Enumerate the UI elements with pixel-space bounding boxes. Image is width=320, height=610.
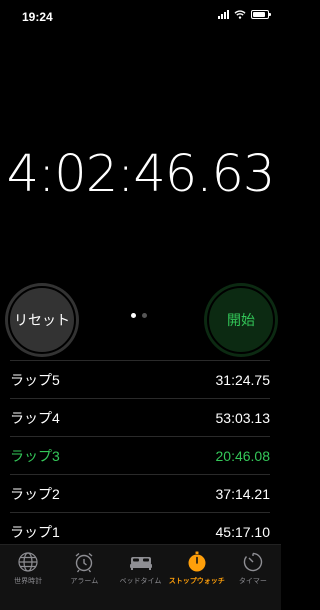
lap-label: ラップ3 [10, 447, 60, 464]
tab-world-clock[interactable]: 世界時計 [0, 545, 56, 610]
tab-stopwatch[interactable]: ストップウォッチ [169, 545, 225, 610]
lap-label: ラップ1 [10, 523, 60, 540]
lap-time: 20:46.08 [215, 447, 271, 464]
reset-button[interactable]: リセット [5, 283, 79, 357]
cellular-signal-icon [218, 10, 229, 19]
lap-row: ラップ4 53:03.13 [10, 399, 270, 437]
lap-time: 53:03.13 [215, 409, 271, 426]
stopwatch-time: 4:02:46.63 [6, 145, 276, 204]
battery-fill [253, 12, 265, 17]
lap-label: ラップ5 [10, 371, 60, 388]
reset-button-label: リセット [14, 312, 70, 328]
status-time: 19:24 [22, 10, 53, 24]
page-indicator[interactable] [131, 313, 147, 318]
globe-icon [18, 552, 38, 572]
lap-time: 37:14.21 [215, 485, 271, 502]
tab-bedtime[interactable]: ベッドタイム [112, 545, 168, 610]
page-dot-inactive [142, 313, 147, 318]
lap-time: 45:17.10 [215, 523, 271, 540]
lap-row: ラップ5 31:24.75 [10, 361, 270, 399]
wifi-icon [234, 10, 246, 19]
start-button[interactable]: 開始 [204, 283, 278, 357]
lap-list[interactable]: ラップ5 31:24.75 ラップ4 53:03.13 ラップ3 20:46.0… [10, 360, 270, 551]
page-dot-active [131, 313, 136, 318]
lap-time: 31:24.75 [215, 371, 271, 388]
battery-icon [251, 10, 271, 19]
start-button-label: 開始 [227, 312, 255, 328]
lap-row: ラップ2 37:14.21 [10, 475, 270, 513]
lap-row-fastest: ラップ3 20:46.08 [10, 437, 270, 475]
tab-label: ストップウォッチ [168, 578, 225, 585]
tab-label: 世界時計 [14, 578, 43, 585]
tab-bar: 世界時計 アラーム ベッドタイム ストップウォッチ タイマー [0, 544, 281, 610]
lap-label: ラップ4 [10, 409, 60, 426]
tab-timer[interactable]: タイマー [225, 545, 281, 610]
tab-alarm[interactable]: アラーム [56, 545, 112, 610]
tab-label: タイマー [238, 578, 267, 585]
bed-icon [129, 557, 152, 570]
status-bar: 19:24 [0, 0, 281, 36]
status-icons [218, 10, 271, 19]
tab-label: アラーム [70, 578, 99, 585]
tab-label: ベッドタイム [119, 578, 162, 585]
timer-icon [243, 552, 263, 572]
lap-label: ラップ2 [10, 485, 60, 502]
stopwatch-icon [188, 551, 206, 572]
alarm-clock-icon [75, 552, 93, 573]
